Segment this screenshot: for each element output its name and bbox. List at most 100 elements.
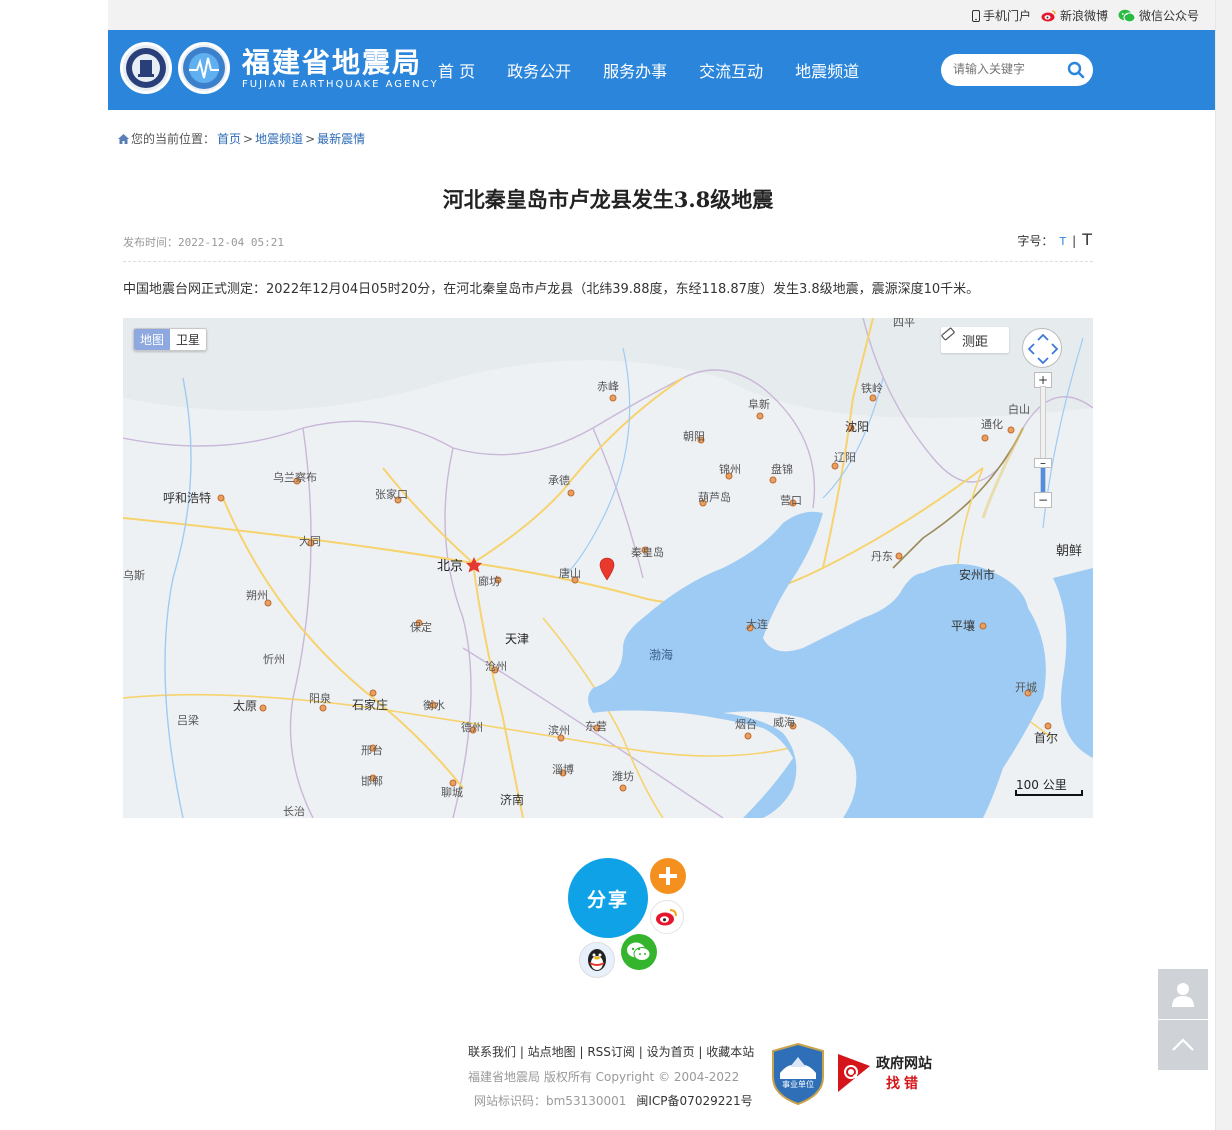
floating-user-button[interactable]: [1158, 969, 1208, 1019]
map-label-hohhot: 呼和浩特: [163, 490, 211, 505]
wechat-share-icon: [627, 942, 651, 961]
agency-name-en: FUJIAN EARTHQUAKE AGENCY: [242, 78, 439, 90]
zoom-out-button[interactable]: −: [1034, 492, 1052, 508]
zoom-slider-handle[interactable]: –: [1034, 457, 1052, 469]
page-scrollbar[interactable]: [1215, 0, 1232, 1130]
seismograph-logo-icon: [183, 47, 225, 89]
breadcrumb-home[interactable]: 首页: [217, 130, 241, 147]
map-label-dezhou: 德州: [461, 720, 483, 734]
weibo-label: 新浪微博: [1059, 9, 1108, 23]
map-canvas: 呼和浩特 乌兰察布 张家口 承德 赤峰 朝阳 阜新 铁岭 沈阳 四平 白山 通化…: [123, 318, 1093, 818]
top-utility-bar: 手机门户 新浪微博 微信公众号: [108, 0, 1215, 30]
page: { "topbar": { "mobile": "手机门户", "weibo":…: [0, 0, 1232, 1130]
map-label-huludao: 葫芦岛: [698, 490, 731, 504]
map-label-chaoyang: 朝阳: [683, 430, 705, 443]
map-label-handan: 邯郸: [361, 774, 383, 788]
map-label-siping: 四平: [893, 318, 915, 329]
share-wechat-button[interactable]: [621, 934, 657, 970]
back-to-top-button[interactable]: [1158, 1020, 1208, 1070]
gov-site-text: 政府网站 找错: [876, 1053, 932, 1093]
map-label-changzhi: 长治: [283, 804, 305, 818]
map-label-chifeng: 赤峰: [597, 380, 619, 393]
map-type-map-button[interactable]: 地图: [134, 329, 171, 350]
article-title: 河北秦皇岛市卢龙县发生3.8级地震: [442, 187, 774, 212]
top-links: 手机门户 新浪微博 微信公众号: [971, 7, 1199, 24]
nav-home[interactable]: 首 页: [438, 58, 475, 82]
map-type-satellite-button[interactable]: 卫星: [170, 329, 207, 350]
gov-site-error-report[interactable]: 政府网站 找错: [836, 1052, 932, 1094]
fjea-seal: [178, 42, 230, 94]
pan-arrows-icon: [1027, 333, 1059, 365]
user-icon: [1172, 983, 1194, 1007]
weibo-link[interactable]: 新浪微博: [1041, 7, 1108, 24]
weibo-share-icon: [656, 909, 677, 926]
share-button[interactable]: 分享: [568, 858, 648, 938]
breadcrumb-separator: >: [243, 131, 254, 146]
map-label-xinzhou: 忻州: [263, 653, 285, 666]
measure-distance-label: 测距: [961, 334, 988, 350]
map-label-yantai: 烟台: [735, 717, 757, 731]
title-divider: [123, 261, 1093, 262]
publish-time: 发布时间：2022-12-04 05:21: [123, 236, 284, 249]
nav-interaction[interactable]: 交流互动: [699, 58, 763, 82]
breadcrumb-separator: >: [305, 131, 316, 146]
phone-icon: [971, 9, 980, 22]
map-label-datong: 大同: [299, 534, 321, 548]
map-label-beijing: 北京: [437, 559, 463, 574]
epicenter-map[interactable]: 呼和浩特 乌兰察布 张家口 承德 赤峰 朝阳 阜新 铁岭 沈阳 四平 白山 通化…: [123, 318, 1093, 818]
share-qq-button[interactable]: [579, 942, 615, 978]
site-identifier: 网站标识码：bm53130001: [474, 1094, 627, 1108]
mobile-portal-link[interactable]: 手机门户: [971, 7, 1031, 24]
icp-record-link[interactable]: 闽ICP备07029221号: [636, 1092, 752, 1109]
map-label-anzhou: 安州市: [959, 567, 995, 582]
breadcrumb: 您的当前位置： 首页 > 地震频道 > 最新震情: [118, 130, 365, 147]
map-label-zhangjiakou: 张家口: [375, 487, 408, 501]
map-label-tangshan: 唐山: [559, 566, 581, 580]
map-label-liaocheng: 聊城: [441, 785, 463, 799]
badge-text: 事业单位: [782, 1079, 814, 1089]
home-icon: [118, 133, 129, 144]
nav-services[interactable]: 服务办事: [603, 58, 667, 82]
wechat-link[interactable]: 微信公众号: [1118, 7, 1199, 24]
font-size-separator: |: [1072, 234, 1077, 248]
map-label-liaoyang: 辽阳: [834, 451, 856, 464]
map-label-binzhou: 滨州: [548, 723, 570, 737]
map-label-hengshui: 衡水: [423, 699, 445, 712]
map-label-yingkou: 营口: [780, 493, 802, 507]
emblem-icon: [126, 48, 166, 88]
map-label-zibo: 淄博: [552, 763, 574, 776]
map-label-cangzhou: 沧州: [485, 659, 507, 673]
nav-government-affairs[interactable]: 政务公开: [507, 58, 571, 82]
map-label-pyongyang: 平壤: [951, 618, 975, 633]
map-label-weihai: 威海: [773, 715, 795, 729]
share-more-button[interactable]: [650, 858, 686, 894]
share-weibo-button[interactable]: [650, 900, 684, 934]
font-small-button[interactable]: T: [1059, 235, 1066, 248]
search-icon[interactable]: [1067, 61, 1085, 79]
gov-site-subtitle: 找错: [886, 1076, 922, 1092]
map-label-xingtai: 邢台: [361, 743, 383, 757]
map-label-tonghua: 通化: [981, 417, 1003, 431]
map-label-wusi: 乌斯: [123, 568, 145, 582]
footer-links[interactable]: 联系我们 | 站点地图 | RSS订阅 | 设为首页 | 收藏本站: [468, 1043, 754, 1060]
measure-distance-button[interactable]: 测距: [941, 327, 1009, 353]
site-header: 福建省地震局 FUJIAN EARTHQUAKE AGENCY 首 页 政务公开…: [108, 30, 1215, 110]
map-label-chaoxian: 朝鲜: [1056, 544, 1082, 559]
public-institution-badge[interactable]: 事业单位: [772, 1042, 824, 1109]
logo-text: 福建省地震局 FUJIAN EARTHQUAKE AGENCY: [242, 46, 439, 90]
search-input[interactable]: [953, 62, 1063, 76]
nav-earthquake-channel[interactable]: 地震频道: [795, 58, 859, 82]
map-label-langfang: 廊坊: [478, 574, 500, 588]
map-label-seoul: 首尔: [1034, 730, 1058, 745]
mobile-portal-label: 手机门户: [982, 9, 1031, 23]
map-label-baoding: 保定: [410, 620, 432, 634]
breadcrumb-latest-quakes[interactable]: 最新震情: [317, 130, 365, 147]
map-pan-control[interactable]: [1022, 328, 1062, 368]
map-label-jinan: 济南: [500, 792, 524, 807]
font-large-button[interactable]: T: [1082, 230, 1092, 249]
breadcrumb-earthquake-channel[interactable]: 地震频道: [255, 130, 303, 147]
map-label-weifang: 潍坊: [612, 769, 634, 783]
site-logo[interactable]: 福建省地震局 FUJIAN EARTHQUAKE AGENCY: [120, 42, 439, 94]
weibo-icon: [1041, 10, 1056, 22]
wechat-icon: [1118, 9, 1136, 22]
